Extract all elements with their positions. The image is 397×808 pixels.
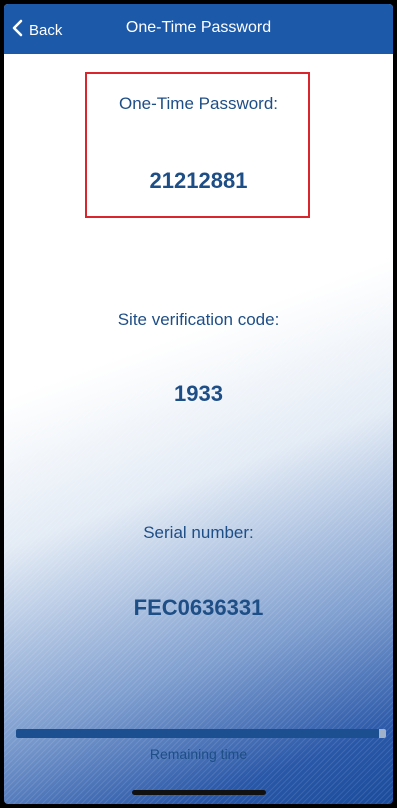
remaining-time-progress-fill [16, 729, 379, 738]
serial-number-label: Serial number: [143, 523, 254, 542]
site-verification-label: Site verification code: [117, 310, 280, 329]
site-verification-value: 1933 [174, 381, 223, 406]
navigation-bar: Back One-Time Password [4, 4, 393, 54]
otp-label: One-Time Password: [118, 94, 279, 113]
page-title: One-Time Password [125, 19, 272, 36]
home-indicator[interactable] [132, 790, 266, 795]
phone-screen: Back One-Time Password One-Time Password… [4, 4, 393, 804]
remaining-time-progress-bar [16, 729, 386, 738]
serial-number-value: FEC0636331 [133, 595, 264, 620]
remaining-time-label: Remaining time [149, 746, 248, 762]
otp-value: 21212881 [149, 168, 248, 193]
